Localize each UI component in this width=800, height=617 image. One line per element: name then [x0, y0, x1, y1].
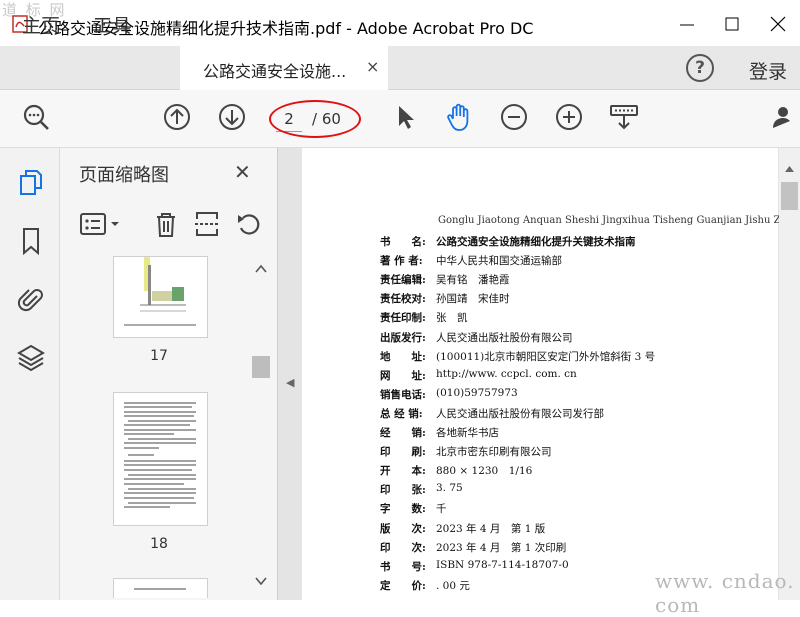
info-value: http://www. ccpcl. com. cn — [436, 367, 577, 380]
info-key: 印 张: — [380, 484, 426, 497]
tab-bar — [0, 46, 800, 90]
info-key: 字 数: — [380, 503, 426, 516]
info-value: 人民交通出版社股份有限公司发行部 — [436, 407, 604, 420]
zoom-in-icon[interactable] — [553, 101, 585, 133]
close-tab-icon[interactable]: × — [366, 57, 379, 76]
info-value: 880 × 1230 1/16 — [436, 465, 533, 478]
info-key: 版 次: — [380, 522, 426, 535]
collapse-panel-icon[interactable]: ◀ — [286, 376, 294, 389]
info-value: 北京市密东印刷有限公司 — [436, 446, 552, 459]
extract-page-icon[interactable] — [193, 210, 221, 238]
info-value: 各地新华书店 — [436, 427, 499, 439]
attachments-icon[interactable] — [17, 284, 45, 314]
thumbnail-list: 17 18 — [62, 256, 250, 598]
info-key: 地 址: — [380, 350, 426, 363]
info-key: 著 作 者: — [380, 255, 423, 268]
info-value: 千 — [436, 503, 447, 516]
next-page-icon[interactable] — [216, 101, 248, 133]
info-value: 中华人民共和国交通运输部 — [436, 255, 562, 268]
info-value: 吴有铭 潘艳霞 — [436, 274, 510, 287]
left-rail — [0, 148, 60, 600]
nav-home[interactable]: 主页 — [22, 11, 60, 38]
thumbnail-page-17[interactable] — [113, 256, 208, 338]
info-value: 张 凯 — [436, 312, 468, 325]
info-value: 孙国靖 宋佳时 — [436, 293, 510, 306]
info-value: ISBN 978-7-114-18707-0 — [436, 558, 569, 571]
info-key: 总 经 销: — [380, 407, 423, 420]
info-value: . 00 元 — [436, 579, 470, 592]
thumbnail-17-number: 17 — [150, 348, 168, 364]
info-key: 出版发行: — [380, 331, 426, 344]
info-value: 公路交通安全设施精细化提升关键技术指南 — [436, 236, 636, 248]
thumbnail-page-18[interactable] — [113, 392, 208, 526]
nav-tools[interactable]: 工具 — [93, 11, 131, 38]
zoom-out-icon[interactable] — [498, 101, 530, 133]
close-panel-icon[interactable]: ✕ — [234, 160, 251, 184]
info-key: 责任校对: — [380, 293, 426, 306]
thumbnail-page-19[interactable] — [113, 578, 208, 598]
info-value: 2023 年 4 月 第 1 次印刷 — [436, 541, 567, 554]
info-key: 定 价: — [380, 579, 426, 592]
info-value: 2023 年 4 月 第 1 版 — [436, 522, 546, 535]
previous-page-icon[interactable] — [161, 101, 193, 133]
document-scrollbar[interactable] — [779, 148, 800, 600]
info-key: 责任印制: — [380, 312, 426, 325]
info-key: 网 址: — [380, 369, 426, 382]
info-key: 销售电话: — [380, 388, 426, 401]
info-key: 经 销: — [380, 427, 426, 439]
hand-tool-icon[interactable] — [443, 101, 475, 133]
info-key: 责任编辑: — [380, 274, 426, 287]
info-key: 印 刷: — [380, 446, 426, 459]
minimize-button[interactable] — [672, 12, 702, 38]
thumbnail-18-number: 18 — [150, 536, 168, 552]
delete-page-icon[interactable] — [152, 210, 180, 238]
info-value: (100011)北京市朝阳区安定门外外馆斜街 3 号 — [436, 350, 656, 363]
info-key: 书 名: — [380, 236, 426, 248]
sign-in-button[interactable]: 登录 — [749, 57, 787, 84]
help-icon[interactable]: ? — [686, 54, 714, 82]
fit-page-keyboard-icon[interactable] — [608, 101, 640, 133]
document-tab-label: 公路交通安全设施... — [203, 62, 347, 81]
thumbnail-17-diagram — [124, 257, 196, 326]
pinyin-title: Gonglu Jiaotong Anquan Sheshi Jingxihua … — [438, 215, 800, 226]
thumbnail-19-text — [134, 588, 186, 590]
info-value: 人民交通出版社股份有限公司 — [436, 331, 573, 344]
zoom-search-icon[interactable] — [20, 101, 52, 133]
page-thumbnails-icon[interactable] — [17, 168, 45, 198]
info-value: (010)59757973 — [436, 386, 518, 399]
bookmarks-icon[interactable] — [17, 226, 45, 256]
thumbnail-options-icon[interactable] — [79, 210, 123, 238]
close-window-button[interactable] — [763, 12, 793, 38]
layers-icon[interactable] — [17, 342, 45, 372]
maximize-button[interactable] — [717, 12, 747, 38]
watermark-bottom: www. cndao. com — [655, 569, 795, 617]
select-arrow-icon[interactable] — [390, 101, 422, 133]
info-value: 3. 75 — [436, 482, 463, 495]
share-user-icon[interactable] — [768, 101, 800, 133]
panel-title: 页面缩略图 — [79, 165, 169, 186]
rotate-page-icon[interactable] — [235, 210, 263, 238]
info-key: 开 本: — [380, 465, 426, 478]
info-key: 印 次: — [380, 541, 426, 554]
thumbnail-18-text — [124, 402, 196, 508]
document-tab[interactable]: 公路交通安全设施... × — [180, 46, 388, 90]
thumbnail-scrollbar[interactable] — [251, 258, 271, 598]
info-key: 书 号: — [380, 560, 426, 573]
highlight-circle — [269, 100, 361, 138]
